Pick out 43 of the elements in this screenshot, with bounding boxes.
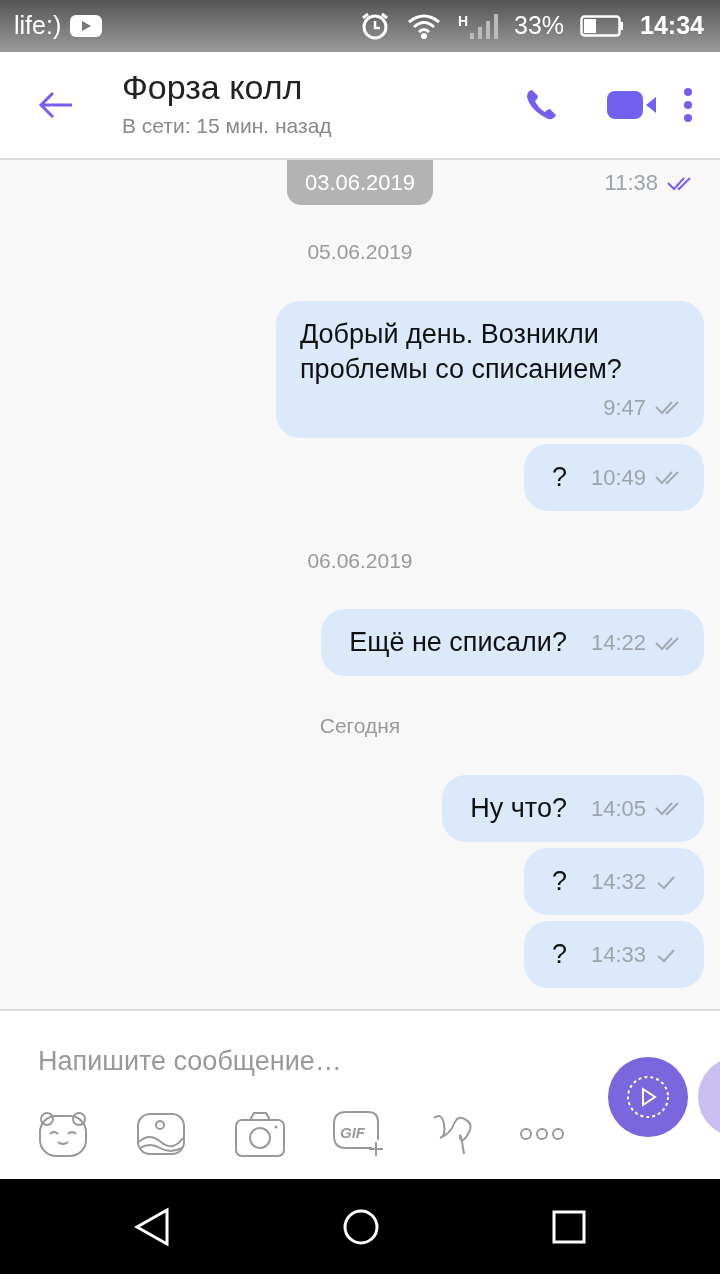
message-text: ?	[551, 460, 567, 494]
contact-name: Форза колл	[122, 68, 304, 106]
video-camera-icon	[606, 88, 658, 122]
sticker-icon[interactable]	[38, 1109, 90, 1158]
phone-icon	[524, 88, 558, 122]
date-separator: Сегодня	[318, 713, 402, 740]
message-time: 10:49	[590, 463, 646, 492]
alarm-icon	[359, 11, 390, 41]
date-separator: 05.06.2019	[306, 239, 414, 265]
clock-time: 14:34	[640, 10, 704, 42]
back-nav-icon[interactable]	[134, 1206, 170, 1247]
message-text: Ещё не списали?	[349, 626, 567, 660]
back-button[interactable]	[38, 90, 74, 120]
video-call-button[interactable]	[606, 88, 658, 122]
camera-icon[interactable]	[234, 1109, 286, 1158]
message-text: ?	[551, 938, 567, 972]
battery-icon	[580, 14, 625, 38]
last-seen-status: В сети: 15 мин. назад	[122, 112, 332, 139]
message-time: 9:47	[603, 393, 646, 422]
battery-percent: 33%	[514, 10, 565, 42]
network-type: H	[457, 12, 468, 31]
more-icon	[682, 87, 694, 123]
home-nav-icon[interactable]	[342, 1207, 380, 1246]
message-time: 14:05	[590, 794, 646, 823]
video-app-icon	[69, 14, 104, 38]
message-time: 14:33	[590, 941, 646, 970]
date-separator: 06.06.2019	[306, 547, 414, 574]
call-button[interactable]	[524, 88, 558, 122]
message-text: ?	[551, 864, 567, 898]
message-input-field[interactable]: Напишите сообщение…	[38, 1041, 558, 1082]
message-time: 14:22	[590, 629, 646, 658]
message-time: 11:38	[604, 169, 658, 197]
back-arrow-icon	[38, 90, 74, 120]
message-time: 14:32	[590, 868, 646, 896]
message-text: Добрый день. Возникли проблемы со списанием?	[300, 317, 623, 386]
date-pill: 03.06.2019	[286, 160, 434, 205]
signal-icon	[468, 11, 498, 41]
play-circle-icon	[626, 1075, 670, 1119]
recents-nav-icon[interactable]	[552, 1209, 586, 1244]
message-text: Ну что?	[470, 791, 567, 825]
gif-button[interactable]: GIF	[332, 1109, 384, 1158]
carrier-name: life:)	[14, 10, 62, 42]
more-options-button[interactable]	[682, 87, 694, 123]
